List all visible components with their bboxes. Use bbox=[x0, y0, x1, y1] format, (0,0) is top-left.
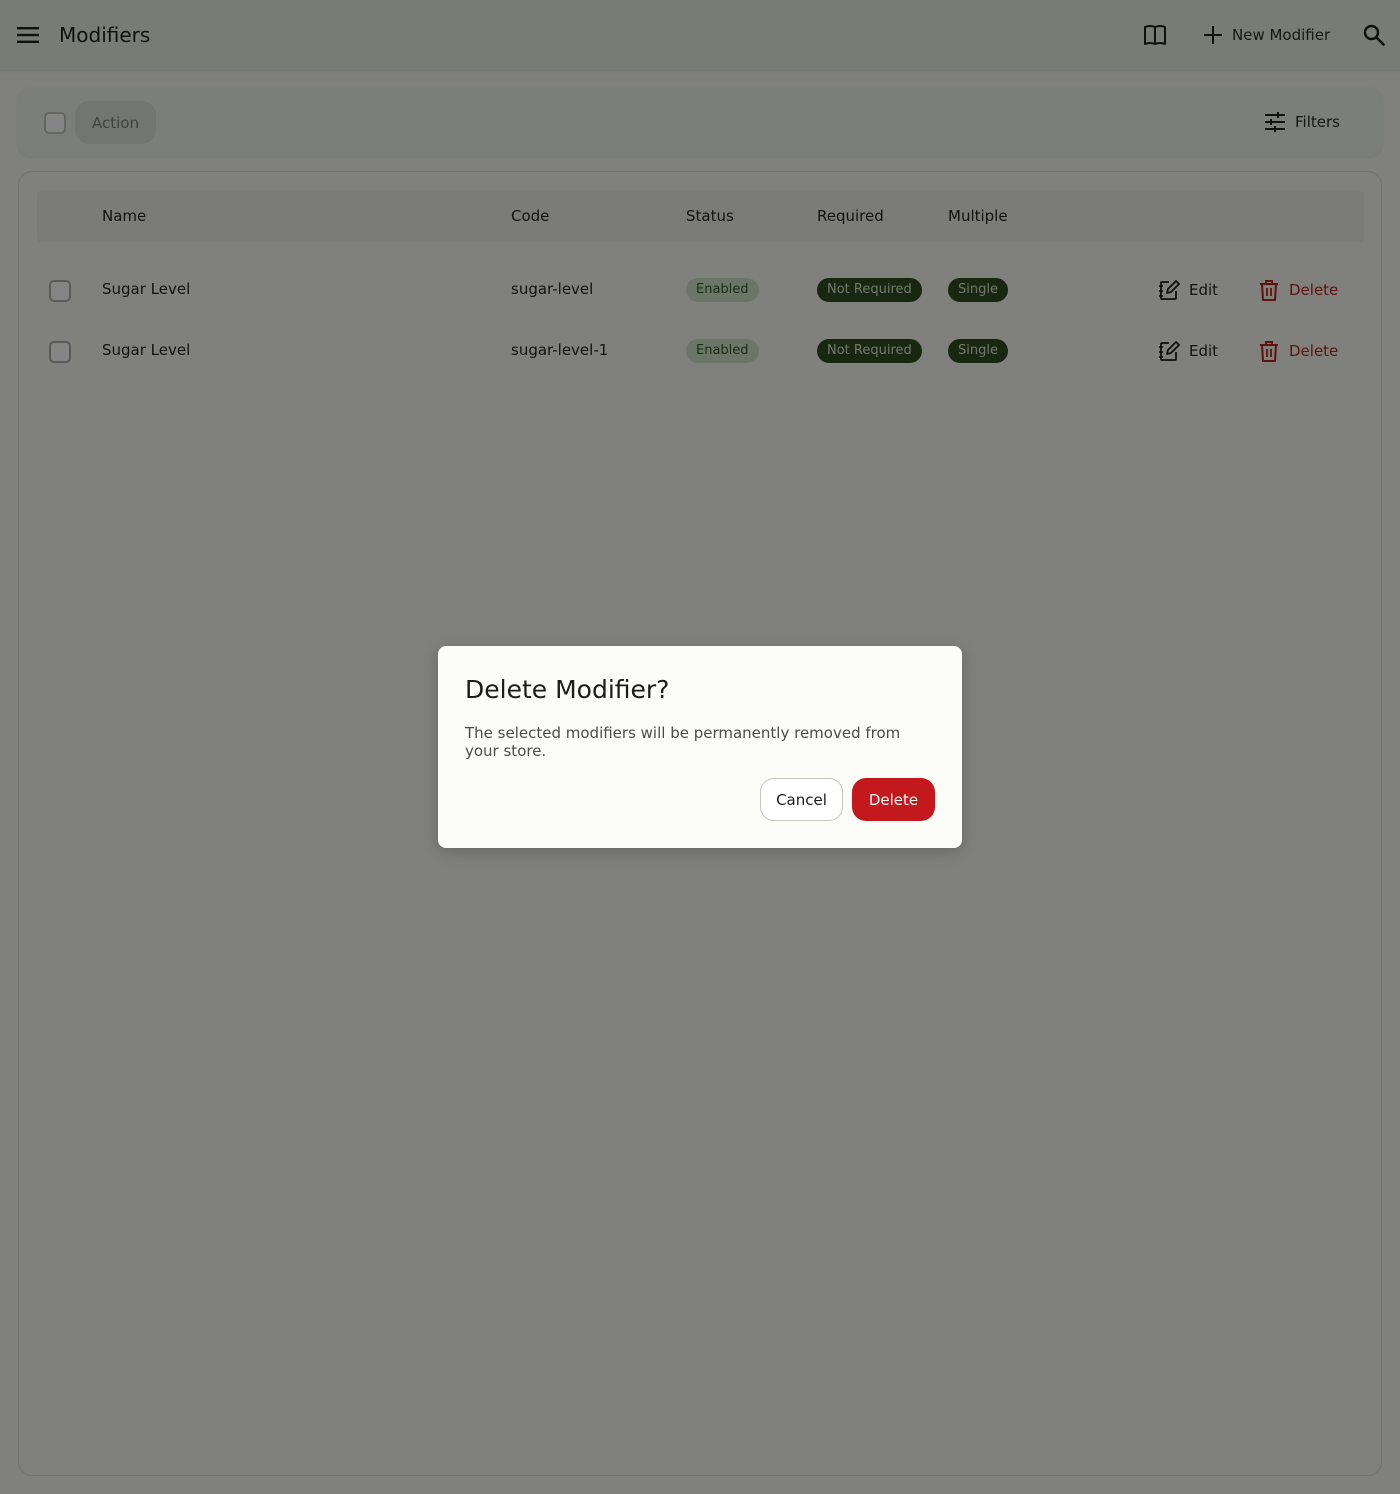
dialog-title: Delete Modifier? bbox=[465, 675, 670, 704]
delete-confirm-dialog: Delete Modifier? The selected modifiers … bbox=[438, 646, 962, 848]
dialog-message: The selected modifiers will be permanent… bbox=[465, 724, 901, 760]
confirm-delete-button[interactable]: Delete bbox=[852, 778, 935, 821]
cancel-button[interactable]: Cancel bbox=[760, 778, 843, 821]
